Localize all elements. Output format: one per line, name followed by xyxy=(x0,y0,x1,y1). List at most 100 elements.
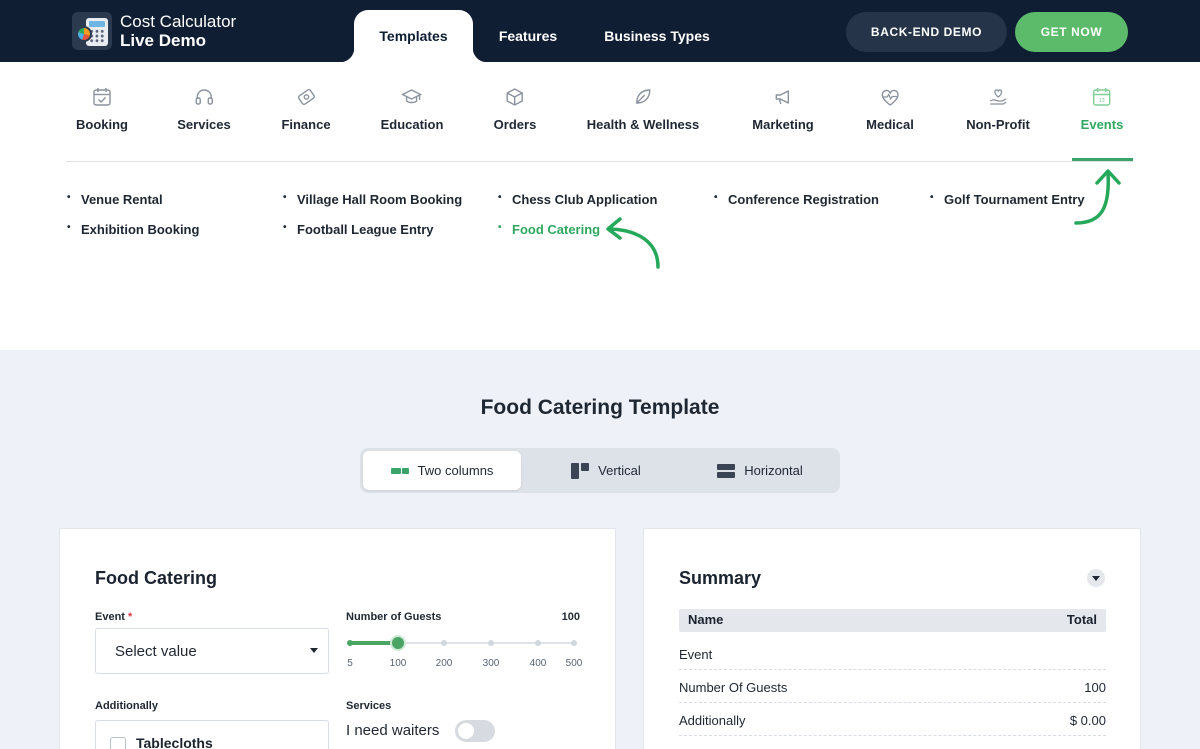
summary-title: Summary xyxy=(679,568,762,588)
template-venue-rental[interactable]: Venue Rental xyxy=(67,192,163,207)
event-select-value: Select value xyxy=(115,642,197,660)
top-nav-bar: Cost Calculator Live Demo Templates Feat… xyxy=(0,0,1200,62)
slider-dot xyxy=(488,640,494,646)
category-services[interactable]: Services xyxy=(177,86,231,146)
category-label: Booking xyxy=(76,117,128,132)
slider-tick-label: 200 xyxy=(435,658,453,669)
category-orders[interactable]: Orders xyxy=(493,86,537,146)
horizontal-layout-icon xyxy=(717,463,736,478)
calculator-form-card: Food Catering Event * Select value Numbe… xyxy=(59,528,616,749)
summary-row-name: Number Of Guests xyxy=(679,680,788,695)
summary-row: Number Of Guests 100 xyxy=(679,670,1106,703)
category-events[interactable]: 13 Events xyxy=(1080,86,1124,146)
svg-text:13: 13 xyxy=(1099,98,1105,104)
money-icon xyxy=(297,88,315,106)
guests-slider-handle[interactable] xyxy=(390,635,406,651)
tablecloths-label: Tablecloths xyxy=(136,735,213,749)
event-select[interactable]: Select value xyxy=(95,628,329,674)
form-title: Food Catering xyxy=(95,568,217,588)
active-category-underline xyxy=(1072,158,1133,161)
two-columns-icon xyxy=(390,467,409,474)
layout-option-label: Two columns xyxy=(417,463,494,478)
annotation-arrow-icon xyxy=(1074,169,1121,225)
slider-tick-label: 500 xyxy=(565,658,583,669)
template-exhibition-booking[interactable]: Exhibition Booking xyxy=(67,222,199,237)
waiters-label: I need waiters xyxy=(346,722,440,739)
layout-option-label: Horizontal xyxy=(744,463,803,478)
tab-business-types[interactable]: Business Types xyxy=(600,10,714,62)
headset-icon xyxy=(195,89,213,105)
template-village-hall-room-booking[interactable]: Village Hall Room Booking xyxy=(283,192,462,207)
tab-features[interactable]: Features xyxy=(490,10,566,62)
template-golf-tournament-entry[interactable]: Golf Tournament Entry xyxy=(930,192,1085,207)
back-end-demo-button[interactable]: BACK-END DEMO xyxy=(846,12,1007,52)
summary-card: Summary Name Total Event Number Of Guest… xyxy=(643,528,1141,749)
layout-option-label: Vertical xyxy=(598,463,641,478)
services-label: Services xyxy=(346,700,392,712)
summary-header-row: Name Total xyxy=(679,609,1106,632)
guests-label: Number of Guests xyxy=(346,611,442,623)
layout-switcher: Two columns Vertical Horizontal xyxy=(360,448,840,493)
category-label: Education xyxy=(380,117,444,132)
layout-two-columns-button[interactable]: Two columns xyxy=(363,451,521,490)
slider-tick-label: 400 xyxy=(529,658,547,669)
summary-row: Additionally $ 0.00 xyxy=(679,703,1106,736)
summary-row: Event xyxy=(679,637,1106,670)
category-label: Medical xyxy=(866,117,914,132)
category-marketing[interactable]: Marketing xyxy=(752,86,814,146)
get-now-button[interactable]: GET NOW xyxy=(1015,12,1128,52)
slider-tick-label: 5 xyxy=(347,658,353,669)
tablecloths-option[interactable]: Tablecloths xyxy=(95,720,329,749)
brand-line-1: Cost Calculator xyxy=(120,12,237,31)
category-label: Non-Profit xyxy=(966,117,1030,132)
tablecloths-checkbox[interactable] xyxy=(110,737,126,749)
category-label: Health & Wellness xyxy=(586,117,700,132)
slider-tick-label: 300 xyxy=(482,658,500,669)
slider-dot xyxy=(347,640,353,646)
category-divider xyxy=(66,161,1133,162)
brand-title[interactable]: Cost Calculator Live Demo xyxy=(120,12,236,50)
guests-value: 100 xyxy=(561,611,580,623)
hand-heart-icon xyxy=(989,89,1007,105)
template-food-catering[interactable]: Food Catering xyxy=(498,222,600,237)
box-icon xyxy=(506,88,524,106)
summary-row-name: Additionally xyxy=(679,713,746,728)
required-mark: * xyxy=(128,611,133,623)
summary-row-value: 100 xyxy=(1084,680,1106,695)
category-medical[interactable]: Medical xyxy=(866,86,914,146)
template-conference-registration[interactable]: Conference Registration xyxy=(714,192,879,207)
vertical-layout-icon xyxy=(571,462,590,479)
layout-horizontal-button[interactable]: Horizontal xyxy=(690,451,830,490)
megaphone-icon xyxy=(775,90,789,105)
waiters-toggle[interactable] xyxy=(455,720,495,742)
category-label: Marketing xyxy=(752,117,814,132)
category-label: Orders xyxy=(493,117,537,132)
slider-tick-label: 100 xyxy=(389,658,407,669)
summary-col-total: Total xyxy=(1066,612,1097,627)
category-booking[interactable]: Booking xyxy=(76,86,128,146)
brand-line-2: Live Demo xyxy=(120,31,206,50)
calendar-check-icon xyxy=(93,88,111,106)
slider-dot xyxy=(441,640,447,646)
layout-vertical-button[interactable]: Vertical xyxy=(536,451,676,490)
annotation-arrow-icon xyxy=(606,217,660,269)
heart-pulse-icon xyxy=(881,89,899,106)
category-education[interactable]: Education xyxy=(380,86,444,146)
template-title: Food Catering Template xyxy=(480,396,720,419)
category-label: Services xyxy=(177,117,231,132)
slider-dot xyxy=(535,640,541,646)
category-non-profit[interactable]: Non-Profit xyxy=(966,86,1030,146)
category-label: Events xyxy=(1080,117,1124,132)
graduation-cap-icon xyxy=(401,89,423,104)
cost-calculator-logo-icon[interactable] xyxy=(72,12,112,50)
category-health-wellness[interactable]: Health & Wellness xyxy=(587,86,699,146)
category-finance[interactable]: Finance xyxy=(281,86,331,146)
event-label: Event * xyxy=(95,611,133,623)
calendar-icon: 13 xyxy=(1093,88,1111,106)
tab-templates[interactable]: Templates xyxy=(340,10,487,62)
summary-col-name: Name xyxy=(688,612,724,627)
template-football-league-entry[interactable]: Football League Entry xyxy=(283,222,433,237)
slider-dot xyxy=(571,640,577,646)
summary-collapse-icon[interactable] xyxy=(1087,569,1105,587)
template-chess-club-application[interactable]: Chess Club Application xyxy=(498,192,657,207)
